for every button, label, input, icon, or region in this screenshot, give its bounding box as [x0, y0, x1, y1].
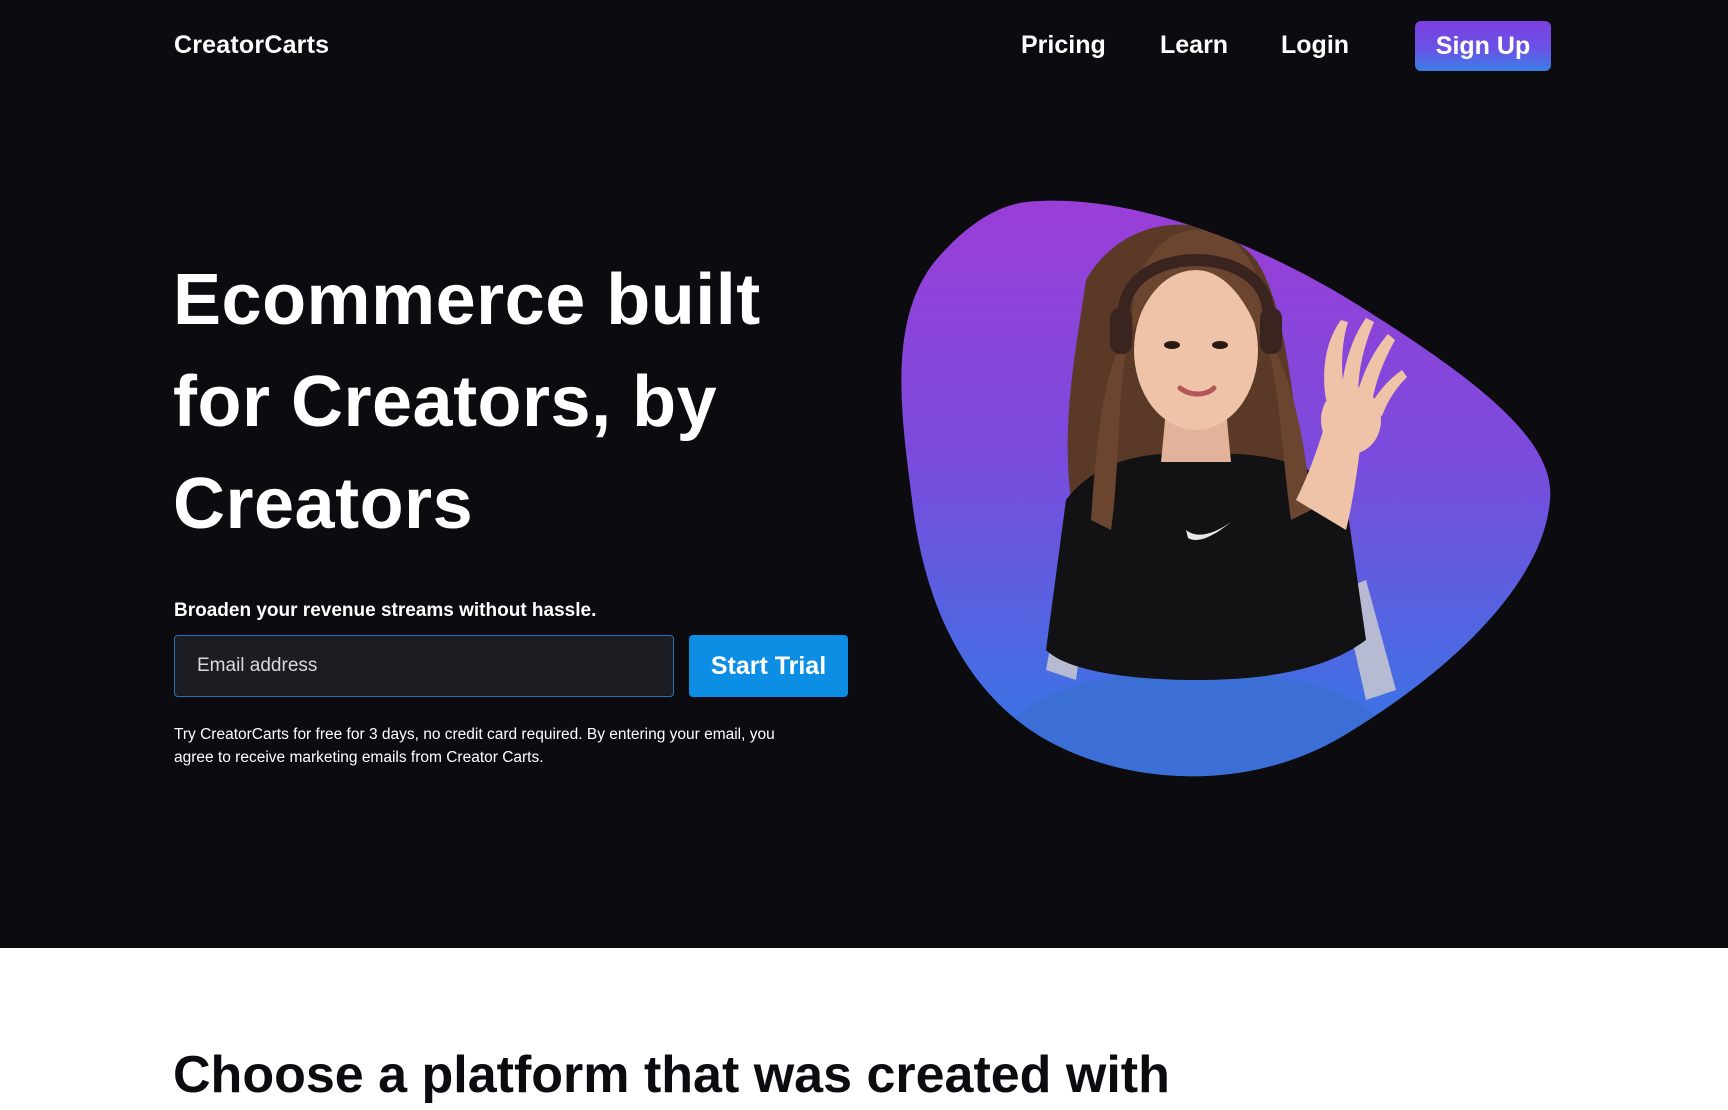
hero-section: CreatorCarts Pricing Learn Login Sign Up…: [0, 0, 1728, 948]
platform-section-heading: Choose a platform that was created with: [173, 1046, 1170, 1104]
hero-headline-line-2: for Creators, by: [173, 362, 718, 442]
nav-login[interactable]: Login: [1281, 28, 1349, 62]
hero-headline-line-3: Creators: [173, 464, 474, 544]
hero-headline-line-1: Ecommerce built: [173, 260, 761, 340]
hero-subtitle: Broaden your revenue streams without has…: [174, 600, 597, 621]
nav-pricing[interactable]: Pricing: [1021, 28, 1106, 62]
nav-learn[interactable]: Learn: [1160, 28, 1228, 62]
disclaimer-line-1: Try CreatorCarts for free for 3 days, no…: [174, 726, 775, 743]
trial-disclaimer: Try CreatorCarts for free for 3 days, no…: [174, 723, 854, 769]
brand-logo[interactable]: CreatorCarts: [174, 28, 329, 62]
hero-image: [901, 200, 1551, 777]
disclaimer-line-2: agree to receive marketing emails from C…: [174, 749, 544, 766]
sign-up-button[interactable]: Sign Up: [1415, 21, 1551, 71]
hero-headline: Ecommerce built for Creators, by Creator…: [173, 249, 813, 555]
start-trial-button[interactable]: Start Trial: [689, 635, 848, 697]
email-field[interactable]: [174, 635, 674, 697]
